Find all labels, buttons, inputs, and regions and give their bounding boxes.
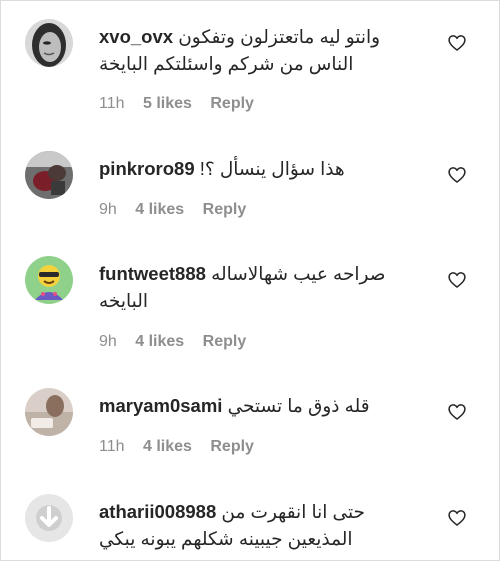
avatar[interactable] (25, 19, 73, 67)
reply-button[interactable]: Reply (203, 201, 247, 218)
heart-outline-icon[interactable] (447, 165, 467, 185)
comment-text: قله ذوق ما تستحي (227, 395, 370, 416)
avatar[interactable] (25, 256, 73, 304)
comment-time: 9h (99, 333, 117, 350)
comment-text: البايخه (99, 290, 149, 311)
reply-button[interactable]: Reply (210, 95, 254, 112)
avatar[interactable] (25, 151, 73, 199)
heart-outline-icon[interactable] (447, 33, 467, 53)
comment-text: حتى انا انقهرت من (221, 501, 365, 522)
comment-text: صراحه عيب شهالاساله (211, 263, 386, 284)
heart-outline-icon[interactable] (447, 508, 467, 528)
comment-time: 11h (99, 95, 125, 112)
comment-text: الناس من شركم واسئلتكم البايخة (99, 53, 354, 74)
comment-text: المذيعين جيبينه شكلهم يبونه يبكي (99, 528, 353, 549)
reply-button[interactable]: Reply (210, 438, 254, 455)
reply-button[interactable]: Reply (203, 333, 247, 350)
comment-username[interactable]: funtweet888 (99, 263, 206, 284)
comment-username[interactable]: xvo_ovx (99, 26, 173, 47)
comment-likes[interactable]: 5 likes (143, 95, 192, 112)
avatar[interactable] (25, 494, 73, 542)
comment-username[interactable]: maryam0sami (99, 395, 222, 416)
comment-time: 9h (99, 201, 117, 218)
comment-likes[interactable]: 4 likes (135, 333, 184, 350)
comment-time: 11h (99, 438, 125, 455)
comment-text: وانتو ليه ماتعتزلون وتفكون (178, 26, 381, 47)
comments-panel: xvo_ovx وانتو ليه ماتعتزلون وتفكون الناس… (0, 0, 500, 561)
heart-outline-icon[interactable] (447, 270, 467, 290)
comment-likes[interactable]: 4 likes (143, 438, 192, 455)
comment-username[interactable]: pinkroro89 (99, 158, 195, 179)
comment-likes[interactable]: 4 likes (135, 201, 184, 218)
heart-outline-icon[interactable] (447, 402, 467, 422)
comment-text: هذا سؤال ينسأل ؟! (199, 158, 345, 179)
comment-username[interactable]: atharii008988 (99, 501, 216, 522)
avatar[interactable] (25, 388, 73, 436)
